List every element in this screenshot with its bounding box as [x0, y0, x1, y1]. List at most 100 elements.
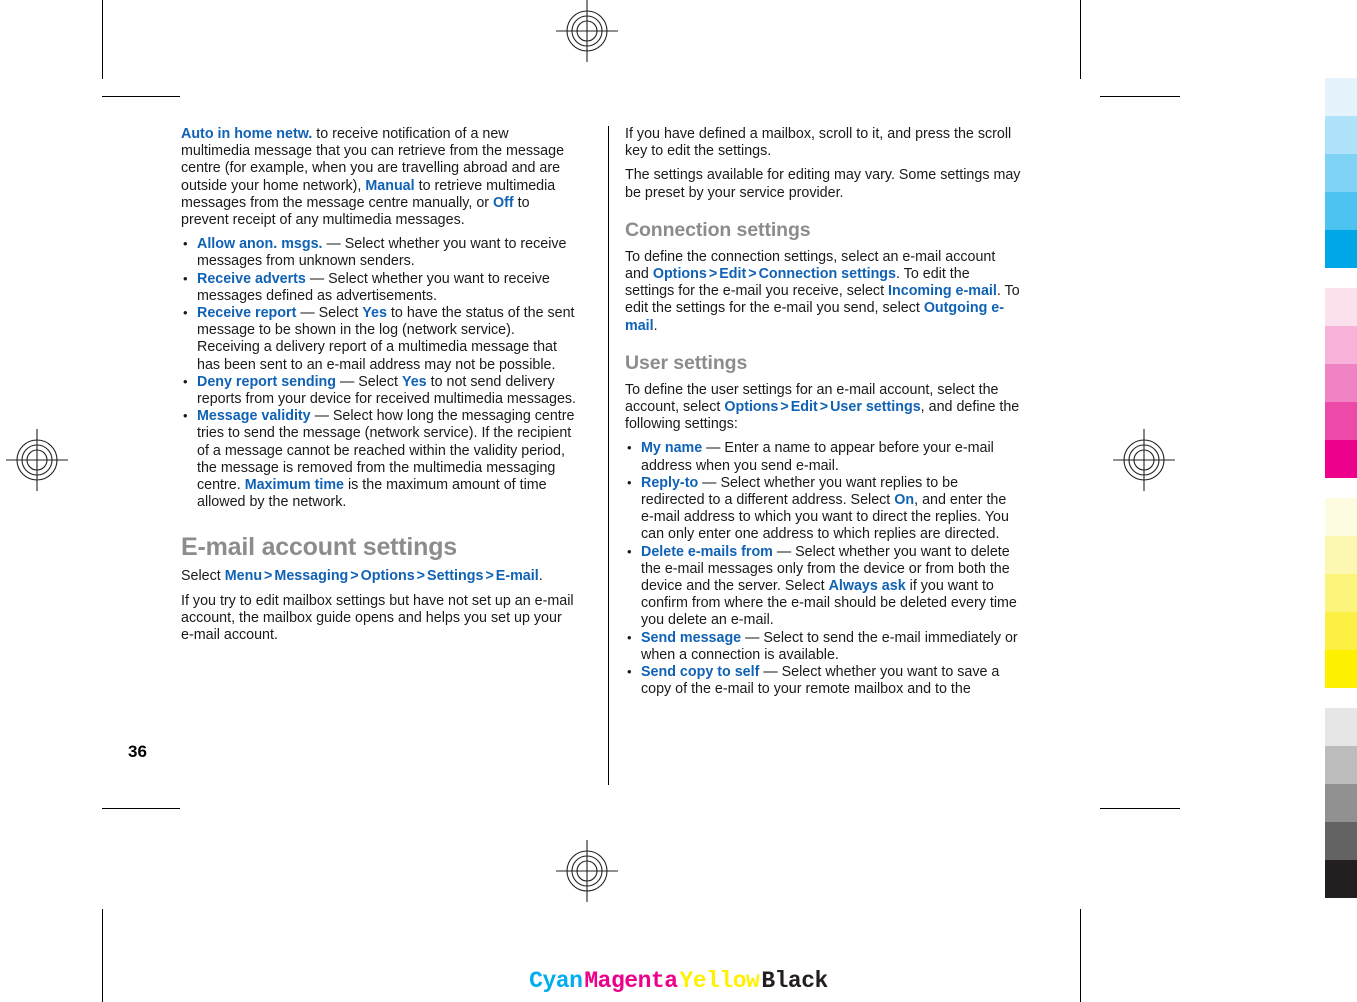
ui-term-receive-report: Receive report: [197, 305, 297, 322]
menu-path-item-email: E-mail: [495, 568, 539, 585]
ui-term-reply-to: Reply-to: [641, 474, 699, 491]
color-swatch-magenta-100: [1325, 440, 1357, 478]
color-swatch-yellow-100: [1325, 650, 1357, 688]
page-number: 36: [128, 742, 147, 761]
menu-path-separator: >: [780, 399, 789, 416]
color-swatch-magenta-75: [1325, 402, 1357, 440]
ui-term-maximum-time: Maximum time: [244, 477, 344, 494]
registration-target-icon-right: [1113, 429, 1175, 491]
list-item: My name — Enter a name to appear before …: [625, 439, 1022, 474]
color-swatch-cyan-25: [1325, 116, 1357, 154]
list-item: Send message — Select to send the e-mail…: [625, 629, 1022, 664]
ui-term-always-ask: Always ask: [828, 578, 906, 595]
text-run: — Select: [296, 305, 363, 322]
color-swatch-black-10: [1325, 708, 1357, 746]
crop-mark-top-right: [1080, 0, 1081, 79]
printed-page: 36 Auto in home netw. to receive notific…: [0, 0, 1357, 1002]
menu-path-separator: >: [350, 568, 359, 585]
ui-term-user-settings: User settings: [830, 399, 921, 416]
ui-term-edit: Edit: [790, 399, 818, 416]
crop-rule-top-right: [1100, 96, 1180, 97]
ui-term-manual: Manual: [365, 177, 415, 194]
list-item: Receive report — Select Yes to have the …: [181, 304, 578, 374]
color-swatch-cyan-10: [1325, 78, 1357, 116]
subsection-heading-connection-settings: Connection settings: [625, 218, 811, 241]
color-swatch-black-25: [1325, 746, 1357, 784]
ui-term-incoming-email: Incoming e-mail: [888, 283, 997, 300]
menu-path-separator: >: [819, 399, 829, 416]
color-swatch-magenta-25: [1325, 326, 1357, 364]
ui-term-send-copy-to-self: Send copy to self: [641, 664, 760, 681]
cmyk-label-magenta: Magenta: [584, 968, 678, 994]
color-swatch-yellow-10: [1325, 498, 1357, 536]
text-run: .: [653, 317, 658, 334]
color-swatch-black-50: [1325, 784, 1357, 822]
section-heading-email-account-settings: E-mail account settings: [181, 533, 458, 562]
list-item: Reply-to — Select whether you want repli…: [625, 474, 1022, 544]
connection-settings-paragraph: To define the connection settings, selec…: [625, 249, 1022, 335]
menu-path-separator: >: [416, 568, 426, 585]
crop-rule-bottom-left: [102, 808, 180, 809]
ui-term-allow-anon-msgs: Allow anon. msgs.: [197, 236, 323, 253]
color-swatch-magenta-10: [1325, 288, 1357, 326]
menu-path-item-menu: Menu: [224, 568, 263, 585]
color-swatch-cyan-100: [1325, 230, 1357, 268]
menu-path-separator: >: [748, 266, 757, 283]
ui-term-deny-report-sending: Deny report sending: [197, 373, 337, 390]
ui-term-yes: Yes: [401, 373, 427, 390]
cmyk-label-yellow: Yellow: [679, 968, 760, 994]
press-color-control-bar: [1325, 0, 1357, 1002]
list-item: Message validity — Select how long the m…: [181, 407, 578, 511]
right-text-column: If you have defined a mailbox, scroll to…: [625, 126, 1022, 698]
menu-path-separator: >: [485, 568, 494, 585]
color-swatch-yellow-50: [1325, 574, 1357, 612]
ui-term-my-name: My name: [641, 440, 703, 457]
list-item: Receive adverts — Select whether you wan…: [181, 270, 578, 305]
ui-term-options: Options: [724, 399, 779, 416]
menu-path-item-settings: Settings: [427, 568, 484, 585]
ui-term-receive-adverts: Receive adverts: [197, 270, 306, 287]
list-item: Allow anon. msgs. — Select whether you w…: [181, 235, 578, 270]
color-swatch-black-75: [1325, 822, 1357, 860]
mailbox-scroll-paragraph: If you have defined a mailbox, scroll to…: [625, 126, 1012, 160]
settings-vary-paragraph: The settings available for editing may v…: [625, 167, 1021, 201]
color-swatch-black-100: [1325, 860, 1357, 898]
cmyk-label-cyan: Cyan: [529, 968, 583, 994]
text-run: — Select: [336, 373, 402, 390]
ui-term-auto-in-home-netw: Auto in home netw.: [181, 126, 313, 142]
cmyk-label-black: Black: [761, 968, 828, 994]
ui-term-options: Options: [652, 266, 707, 283]
text-run: Select: [181, 568, 225, 585]
ui-term-message-validity: Message validity: [197, 408, 311, 425]
menu-path-item-messaging: Messaging: [274, 568, 349, 585]
crop-rule-top-left: [102, 96, 180, 97]
ui-term-delete-emails-from: Delete e-mails from: [641, 543, 773, 560]
color-swatch-yellow-75: [1325, 612, 1357, 650]
crop-mark-top-left: [102, 0, 103, 79]
color-swatch-cyan-75: [1325, 192, 1357, 230]
registration-target-icon-top: [556, 0, 618, 62]
ui-term-connection-settings: Connection settings: [758, 266, 896, 283]
cmyk-legend: CyanMagentaYellowBlack: [0, 968, 1357, 994]
menu-path-paragraph: Select Menu > Messaging > Options > Settings > E…: [181, 568, 578, 585]
menu-path-item-options: Options: [360, 568, 415, 585]
list-item: Delete e-mails from — Select whether you…: [625, 543, 1022, 630]
ui-term-send-message: Send message: [641, 629, 742, 646]
menu-path-separator: >: [708, 266, 718, 283]
subsection-heading-user-settings: User settings: [625, 351, 748, 374]
column-divider: [608, 126, 609, 785]
ui-term-yes: Yes: [362, 305, 387, 322]
color-swatch-yellow-25: [1325, 536, 1357, 574]
registration-target-icon-bottom: [556, 840, 618, 902]
user-settings-intro-paragraph: To define the user settings for an e-mai…: [625, 382, 1022, 434]
crop-rule-bottom-right: [1100, 808, 1180, 809]
mailbox-guide-paragraph: If you try to edit mailbox settings but …: [181, 592, 574, 644]
ui-term-edit: Edit: [719, 266, 747, 283]
color-swatch-magenta-50: [1325, 364, 1357, 402]
color-swatch-cyan-50: [1325, 154, 1357, 192]
continued-paragraph: Auto in home netw. to receive notificati…: [181, 126, 578, 229]
ui-term-off: Off: [493, 194, 514, 211]
left-text-column: Auto in home netw. to receive notificati…: [181, 126, 578, 651]
text-run: .: [538, 568, 543, 585]
list-item: Deny report sending — Select Yes to not …: [181, 373, 578, 408]
